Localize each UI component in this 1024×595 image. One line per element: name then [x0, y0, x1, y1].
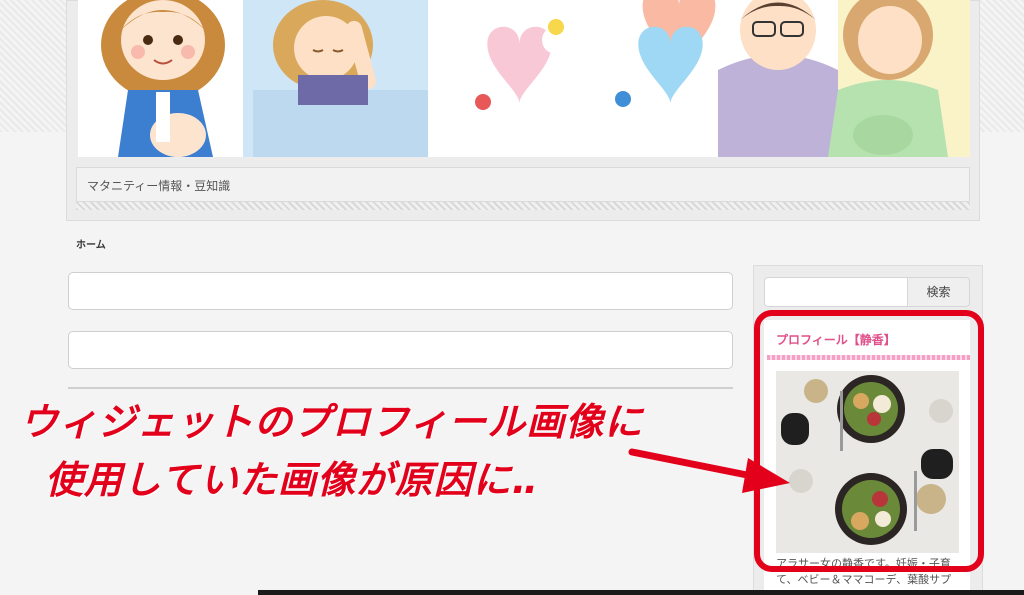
bottom-taskbar-strip: [258, 590, 1024, 595]
annotation-arrow: [628, 448, 790, 493]
annotation-text-line2: 使用していた画像が原因に‥: [45, 458, 539, 502]
annotation-text-line1: ウィジェットのプロフィール画像に: [20, 400, 644, 444]
